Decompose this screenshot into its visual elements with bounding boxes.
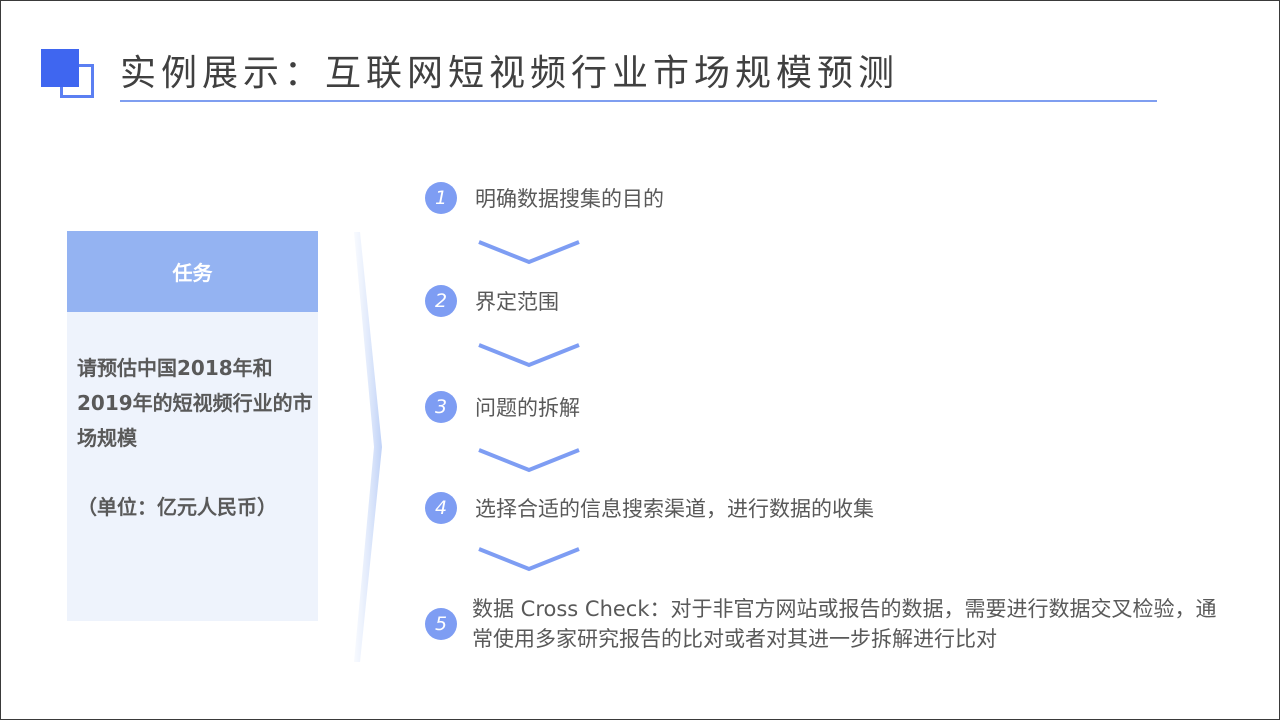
title-underline — [120, 100, 1157, 102]
page-title: 实例展示：互联网短视频行业市场规模预测 — [120, 53, 900, 94]
step-number-badge: 4 — [425, 492, 457, 524]
task-description: 请预估中国2018年和2019年的短视频行业的市场规模 — [77, 356, 313, 450]
chevron-down-icon — [478, 547, 580, 572]
step-text: 界定范围 — [475, 290, 559, 314]
step-3: 3 问题的拆解 — [425, 391, 580, 423]
chevron-down-icon — [478, 240, 580, 265]
task-card: 任务 请预估中国2018年和2019年的短视频行业的市场规模 （单位：亿元人民币… — [67, 231, 318, 621]
task-heading: 任务 — [67, 231, 318, 312]
step-1: 1 明确数据搜集的目的 — [425, 182, 664, 214]
logo-square-filled — [41, 49, 79, 87]
angle-bracket-icon — [354, 232, 382, 662]
step-number-badge: 5 — [425, 608, 457, 640]
step-4: 4 选择合适的信息搜索渠道，进行数据的收集 — [425, 492, 874, 524]
step-text: 明确数据搜集的目的 — [475, 187, 664, 211]
step-text: 选择合适的信息搜索渠道，进行数据的收集 — [475, 497, 874, 521]
step-5: 5 数据 Cross Check：对于非官方网站或报告的数据，需要进行数据交叉检… — [425, 594, 1232, 654]
task-unit: （单位：亿元人民币） — [77, 495, 277, 519]
step-2: 2 界定范围 — [425, 285, 559, 317]
chevron-down-icon — [478, 343, 580, 368]
step-number-badge: 1 — [425, 182, 457, 214]
step-text: 数据 Cross Check：对于非官方网站或报告的数据，需要进行数据交叉检验，… — [472, 597, 1217, 651]
step-text: 问题的拆解 — [475, 396, 580, 420]
step-number-badge: 2 — [425, 285, 457, 317]
chevron-down-icon — [478, 448, 580, 473]
step-number-badge: 3 — [425, 391, 457, 423]
